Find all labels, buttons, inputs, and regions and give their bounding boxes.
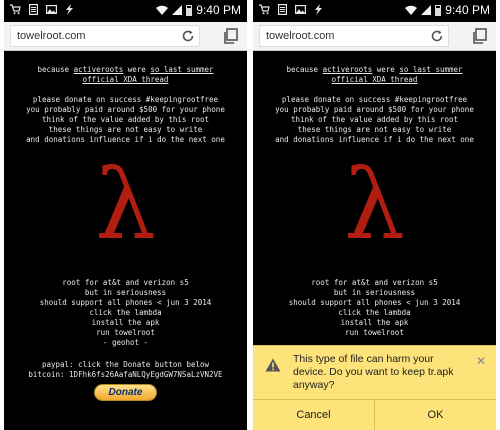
info-line: run towelroot — [345, 328, 404, 337]
battery-icon — [435, 4, 442, 16]
activeroots-link[interactable]: activeroots — [323, 65, 373, 74]
document-icon — [278, 4, 288, 19]
info-line: but in seriousness — [84, 288, 167, 297]
info-line: install the apk — [340, 318, 409, 327]
tabs-icon[interactable] — [472, 28, 488, 44]
cancel-button[interactable]: Cancel — [253, 400, 374, 430]
donate-line: and donations influence if i do the next… — [275, 135, 474, 144]
info-line: install the apk — [91, 318, 160, 327]
url-text: towelroot.com — [266, 30, 335, 42]
document-icon — [29, 4, 39, 19]
status-bar: 9:40 PM — [4, 0, 247, 22]
donate-line: these things are not easy to write — [48, 125, 203, 134]
donate-line: these things are not easy to write — [297, 125, 452, 134]
browser-toolbar: towelroot.com — [4, 22, 247, 51]
cart-icon — [259, 4, 270, 19]
donate-line: please donate on success #keepingrootfre… — [32, 95, 219, 104]
bitcoin-line: bitcoin: 1DFhk6fs26AafaNLQyEgdGW7NSaLzVN… — [28, 370, 223, 379]
phone-screen-right: 9:40 PM towelroot.com because activeroot… — [253, 0, 496, 430]
donate-line: you probably paid around $500 for your p… — [26, 105, 225, 114]
wifi-icon — [405, 5, 418, 15]
so-last-summer-link[interactable]: so last summer — [399, 65, 462, 74]
browser-toolbar: towelroot.com — [253, 22, 496, 51]
xda-thread-link[interactable]: official XDA thread — [4, 75, 247, 85]
warning-icon — [265, 358, 281, 372]
info-line: - geohot - — [102, 338, 149, 347]
battery-icon — [186, 4, 193, 16]
donate-line: think of the value added by this root — [41, 115, 210, 124]
phone-screen-left: 9:40 PM towelroot.com because activeroot… — [4, 0, 247, 430]
info-line: should support all phones < jun 3 2014 — [39, 298, 212, 307]
close-icon[interactable]: ✕ — [476, 354, 486, 368]
so-last-summer-link[interactable]: so last summer — [150, 65, 213, 74]
lambda-link[interactable]: λ — [253, 157, 496, 273]
signal-icon — [421, 5, 432, 15]
page-content: because activeroots were so last summer … — [4, 51, 247, 430]
lambda-link[interactable]: λ — [4, 157, 247, 273]
image-icon — [46, 4, 58, 19]
donate-line: please donate on success #keepingrootfre… — [281, 95, 468, 104]
donate-line: and donations influence if i do the next… — [26, 135, 225, 144]
info-line: click the lambda — [89, 308, 162, 317]
wifi-icon — [156, 5, 169, 15]
activeroots-link[interactable]: activeroots — [74, 65, 124, 74]
status-time: 9:40 PM — [196, 3, 241, 17]
signal-icon — [172, 5, 183, 15]
tabs-icon[interactable] — [223, 28, 239, 44]
lightning-icon — [314, 4, 323, 19]
donate-line: you probably paid around $500 for your p… — [275, 105, 474, 114]
url-field[interactable]: towelroot.com — [10, 25, 200, 47]
because-line: because activeroots were so last summer — [37, 65, 214, 74]
info-line: but in seriousness — [333, 288, 416, 297]
image-icon — [295, 4, 307, 19]
donate-line: think of the value added by this root — [290, 115, 459, 124]
donate-button[interactable]: Donate — [93, 384, 158, 401]
info-line: run towelroot — [96, 328, 155, 337]
cart-icon — [10, 4, 21, 19]
reload-icon[interactable] — [181, 29, 195, 43]
ok-button[interactable]: OK — [374, 400, 496, 430]
warning-message: This type of file can harm your device. … — [293, 353, 454, 391]
because-line: because activeroots were so last summer — [286, 65, 463, 74]
xda-thread-link[interactable]: official XDA thread — [253, 75, 496, 85]
url-text: towelroot.com — [17, 30, 86, 42]
url-field[interactable]: towelroot.com — [259, 25, 449, 47]
download-warning-dialog: This type of file can harm your device. … — [253, 345, 496, 430]
info-line: click the lambda — [338, 308, 411, 317]
paypal-line: paypal: click the Donate button below — [41, 360, 210, 369]
lightning-icon — [65, 4, 74, 19]
status-time: 9:40 PM — [445, 3, 490, 17]
dialog-buttons: Cancel OK — [253, 399, 496, 430]
status-bar: 9:40 PM — [253, 0, 496, 22]
info-line: should support all phones < jun 3 2014 — [288, 298, 461, 307]
info-line: root for at&t and verizon s5 — [311, 278, 438, 287]
reload-icon[interactable] — [430, 29, 444, 43]
info-line: root for at&t and verizon s5 — [62, 278, 189, 287]
